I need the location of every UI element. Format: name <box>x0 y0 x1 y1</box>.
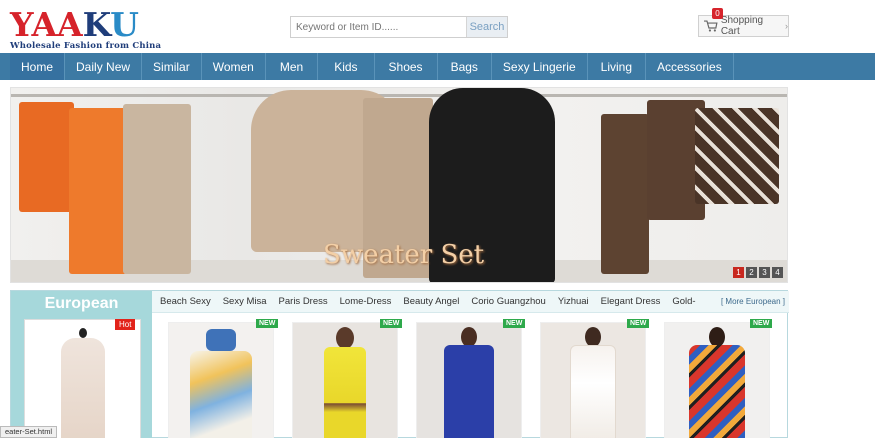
nav-item-bags[interactable]: Bags <box>438 53 492 80</box>
product-image-dress <box>324 347 366 438</box>
product-image <box>461 327 477 347</box>
subcategory-link[interactable]: Beach Sexy <box>160 296 211 307</box>
cart-label: Shopping Cart <box>720 15 764 37</box>
nav-item-accessories[interactable]: Accessories <box>646 53 734 80</box>
new-badge: NEW <box>503 319 526 328</box>
new-badge: NEW <box>380 319 403 328</box>
product-image <box>585 327 601 347</box>
banner-page-3[interactable]: 3 <box>759 267 770 278</box>
product-card[interactable] <box>416 322 522 438</box>
search-button[interactable]: Search <box>466 17 507 37</box>
product-image-skirt <box>190 351 252 438</box>
site-logo[interactable]: YAAKU Wholesale Fashion from China <box>10 8 161 51</box>
beige-knit-set-image <box>123 104 191 274</box>
striped-poncho-image <box>695 108 779 204</box>
category-panel: European Hot <box>11 291 152 438</box>
nav-item-daily-new[interactable]: Daily New <box>65 53 143 80</box>
subcategory-link[interactable]: Beauty Angel <box>403 296 459 307</box>
new-badge: NEW <box>256 319 279 328</box>
product-card[interactable] <box>540 322 646 438</box>
subcategory-link[interactable]: Elegant Dress <box>601 296 661 307</box>
banner-page-1[interactable]: 1 <box>733 267 744 278</box>
product-image <box>206 329 236 351</box>
subcategory-link[interactable]: Corio Guangzhou <box>471 296 545 307</box>
featured-product-card[interactable] <box>24 319 141 438</box>
orange-cardigan-image <box>19 102 74 212</box>
main-nav: Home Daily New Similar Women Men Kids Sh… <box>0 53 875 80</box>
cart-count-badge: 0 <box>712 8 723 19</box>
new-badge: NEW <box>750 319 773 328</box>
shopping-cart-button[interactable]: 0 Shopping Cart › <box>698 8 789 37</box>
brown-pants-image <box>601 114 649 274</box>
subcategory-link[interactable]: Paris Dress <box>279 296 328 307</box>
search-bar: Search <box>290 16 508 38</box>
banner-pager: 1 2 3 4 <box>733 267 783 278</box>
featured-dress-image <box>78 328 87 338</box>
product-card[interactable] <box>168 322 274 438</box>
nav-item-home[interactable]: Home <box>10 53 66 80</box>
nav-item-men[interactable]: Men <box>266 53 319 80</box>
nav-item-kids[interactable]: Kids <box>318 53 375 80</box>
nav-item-shoes[interactable]: Shoes <box>375 53 438 80</box>
hot-badge: Hot <box>115 319 136 330</box>
cart-icon <box>704 20 718 32</box>
product-card[interactable] <box>292 322 398 438</box>
subcategory-link[interactable]: Yizhuai <box>558 296 589 307</box>
product-image-jumpsuit <box>444 345 494 438</box>
product-image-gown <box>570 345 616 438</box>
banner-page-2[interactable]: 2 <box>746 267 757 278</box>
nav-item-sexy-lingerie[interactable]: Sexy Lingerie <box>492 53 588 80</box>
nav-item-similar[interactable]: Similar <box>142 53 202 80</box>
more-european-link[interactable]: [ More European ] <box>716 297 785 306</box>
logo-wordmark: YAAKU <box>10 5 139 44</box>
product-image <box>709 327 725 347</box>
chevron-right-icon: › <box>785 21 788 31</box>
nav-item-living[interactable]: Living <box>588 53 646 80</box>
product-card[interactable] <box>664 322 770 438</box>
subcategory-bar: Beach Sexy Sexy Misa Paris Dress Lome-Dr… <box>152 291 789 313</box>
link-status-tooltip: eater-Set.html <box>0 426 58 438</box>
product-image-kaftan <box>689 345 745 438</box>
banner-title: Sweater Set <box>323 240 485 270</box>
subcategory-link[interactable]: Lome-Dress <box>340 296 392 307</box>
search-input[interactable] <box>291 17 466 37</box>
orange-pants-image <box>69 108 127 274</box>
product-image <box>336 327 354 349</box>
featured-dress-body <box>60 338 105 438</box>
banner-page-4[interactable]: 4 <box>772 267 783 278</box>
promo-banner[interactable]: Sweater Set 1 2 3 4 <box>10 87 788 283</box>
subcategory-link[interactable]: Gold- <box>672 296 695 307</box>
european-section: European Hot Beach Sexy Sexy Misa Paris … <box>10 290 789 438</box>
section-title[interactable]: European <box>11 295 152 313</box>
nav-item-women[interactable]: Women <box>202 53 266 80</box>
logo-tagline: Wholesale Fashion from China <box>10 41 162 51</box>
clothing-rail <box>11 94 787 97</box>
new-badge: NEW <box>627 319 650 328</box>
subcategory-link[interactable]: Sexy Misa <box>223 296 267 307</box>
